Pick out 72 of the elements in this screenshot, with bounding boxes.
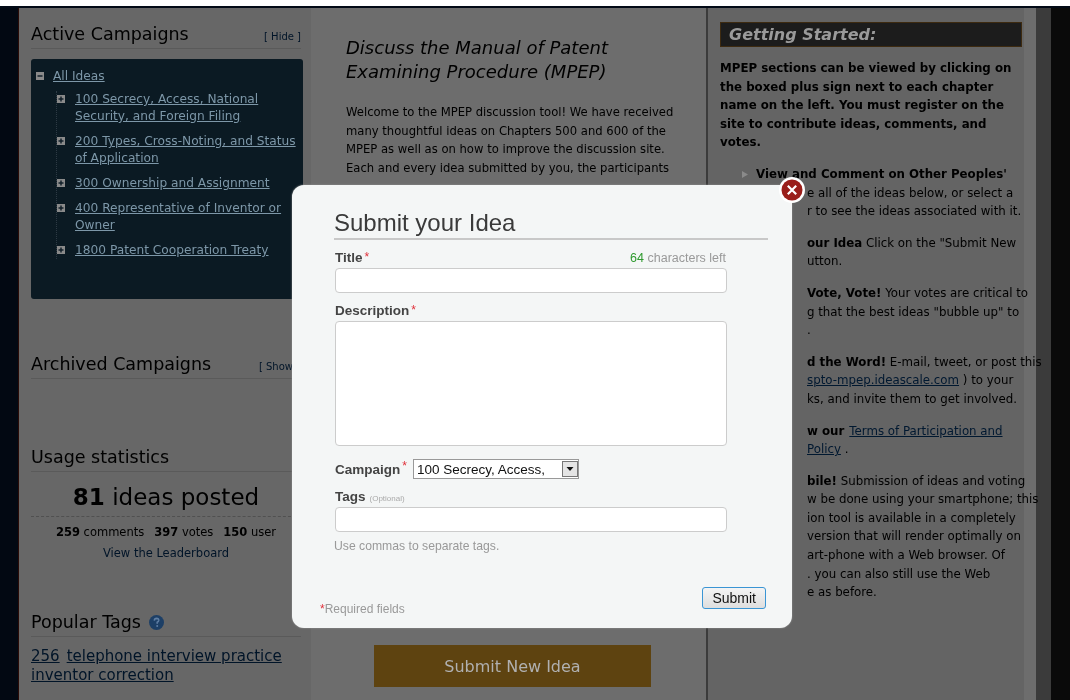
optional-note: (Optional)	[369, 494, 405, 503]
text-line: e as before.	[807, 584, 877, 602]
required-mark: *	[364, 250, 370, 264]
minus-box-icon[interactable]	[36, 72, 44, 80]
hide-link[interactable]: [ Hide ]	[264, 31, 301, 42]
text-line: bile! Submission of ideas and voting	[807, 472, 1026, 490]
characters-left: 64 characters left	[630, 251, 726, 265]
plus-box-icon[interactable]	[57, 179, 65, 187]
text-line: View and Comment on Other Peoples'	[756, 165, 1007, 183]
text-line: d the Word! E-mail, tweet, or post this	[807, 353, 1042, 371]
required-fields-note: *Required fields	[320, 602, 405, 616]
required-mark: *	[402, 459, 407, 473]
campaign-select[interactable]: 100 Secrecy, Access,	[412, 459, 579, 479]
field-label: Campaign	[335, 461, 401, 477]
text-line: ks, and invite them to get involved.	[807, 390, 1018, 408]
submit-button[interactable]: Submit	[702, 587, 766, 609]
section-heading: Active Campaigns	[31, 24, 189, 44]
field-label: Title	[335, 250, 363, 265]
tree-link[interactable]: 100 Secrecy, Access, National Security, and Foreign Filing	[75, 91, 299, 125]
stat-count: 150 user	[223, 525, 277, 539]
link[interactable]: spto-mpep.ideascale.com	[807, 373, 960, 388]
tree-link[interactable]: 200 Types, Cross-Noting, and Status of Application	[75, 133, 299, 167]
stat-count: 259 comments	[55, 525, 145, 539]
text-line: version that will render optimally on	[807, 528, 1021, 546]
page-heading: Discuss the Manual of Patent Examining Procedure (MPEP)	[346, 36, 610, 84]
help-icon[interactable]	[148, 614, 164, 630]
dialog-title: Submit your Idea	[334, 209, 768, 240]
text-line: ion tool is available in a completely	[807, 509, 1016, 527]
intro-paragraph: Welcome to the MPEP discussion tool! We have received many thoughtful ideas on Chapters 500 and 600 of the MPEP as well as on how to improve the discussion site. Each and every idea submitted by you, the participants	[346, 104, 675, 177]
tags-field[interactable]	[335, 507, 727, 532]
text-line: .	[807, 322, 811, 340]
getting-started-heading: Getting Started:	[720, 22, 1022, 47]
submit-new-idea-button[interactable]: Submit New Idea	[374, 645, 651, 687]
plus-box-icon[interactable]	[57, 246, 65, 254]
field-label: Tags	[335, 489, 366, 504]
text-line: e all of the ideas below, or select a	[807, 184, 1014, 202]
text-line: g that the best ideas "bubble up" to	[807, 303, 1020, 321]
link[interactable]: Policy	[807, 442, 841, 457]
section-heading: Archived Campaigns	[31, 354, 212, 374]
stat-count: 397 votes	[154, 525, 214, 539]
field-label: Description	[335, 303, 410, 318]
plus-box-icon[interactable]	[57, 95, 65, 103]
tag-link[interactable]: 256	[31, 647, 60, 666]
text-line: art-phone with a Web browser. Of	[807, 547, 1005, 565]
section-heading: Usage statistics	[31, 447, 170, 467]
getting-started-paragraph: MPEP sections can be viewed by clicking on the boxed plus sign next to each chapter name on the left. You must register on the site to contribute ideas, comments, and votes.	[720, 60, 1013, 152]
close-icon[interactable]	[778, 176, 806, 204]
section-heading: Popular Tags	[31, 612, 141, 632]
text-line: utton.	[807, 253, 843, 271]
tag-link[interactable]: inventor correction	[31, 666, 174, 685]
text-line: spto-mpep.ideascale.com ) to your	[807, 372, 1014, 390]
title-field[interactable]	[335, 268, 727, 293]
text-line: Policy .	[807, 441, 849, 459]
text-line: Vote, Vote! Your votes are critical to	[807, 284, 1029, 302]
description-field[interactable]	[335, 321, 727, 446]
text-line: . you can also still use the Web	[807, 565, 991, 583]
leaderboard-link[interactable]: View the Leaderboard	[102, 546, 230, 560]
field-hint: Use commas to separate tags.	[334, 539, 501, 553]
tag-link[interactable]: telephone interview practice	[66, 647, 282, 666]
link[interactable]: Terms of Participation and	[849, 423, 1003, 438]
plus-box-icon[interactable]	[57, 137, 65, 145]
required-mark: *	[411, 303, 416, 317]
text-line: r to see the ideas associated with it.	[807, 203, 1022, 221]
tree-link[interactable]: 300 Ownership and Assignment	[75, 175, 270, 192]
tree-link[interactable]: 1800 Patent Cooperation Treaty	[75, 242, 269, 259]
tree-link[interactable]: All Ideas	[53, 68, 105, 85]
text-line: w be done using your smartphone; this	[807, 491, 1039, 509]
text-line: our Idea Click on the "Submit New	[807, 234, 1017, 252]
bullet-arrow-icon	[742, 170, 748, 178]
plus-box-icon[interactable]	[57, 204, 65, 212]
text-line: w our Terms of Participation and	[807, 422, 1003, 440]
show-link[interactable]: [ Show	[258, 361, 293, 372]
